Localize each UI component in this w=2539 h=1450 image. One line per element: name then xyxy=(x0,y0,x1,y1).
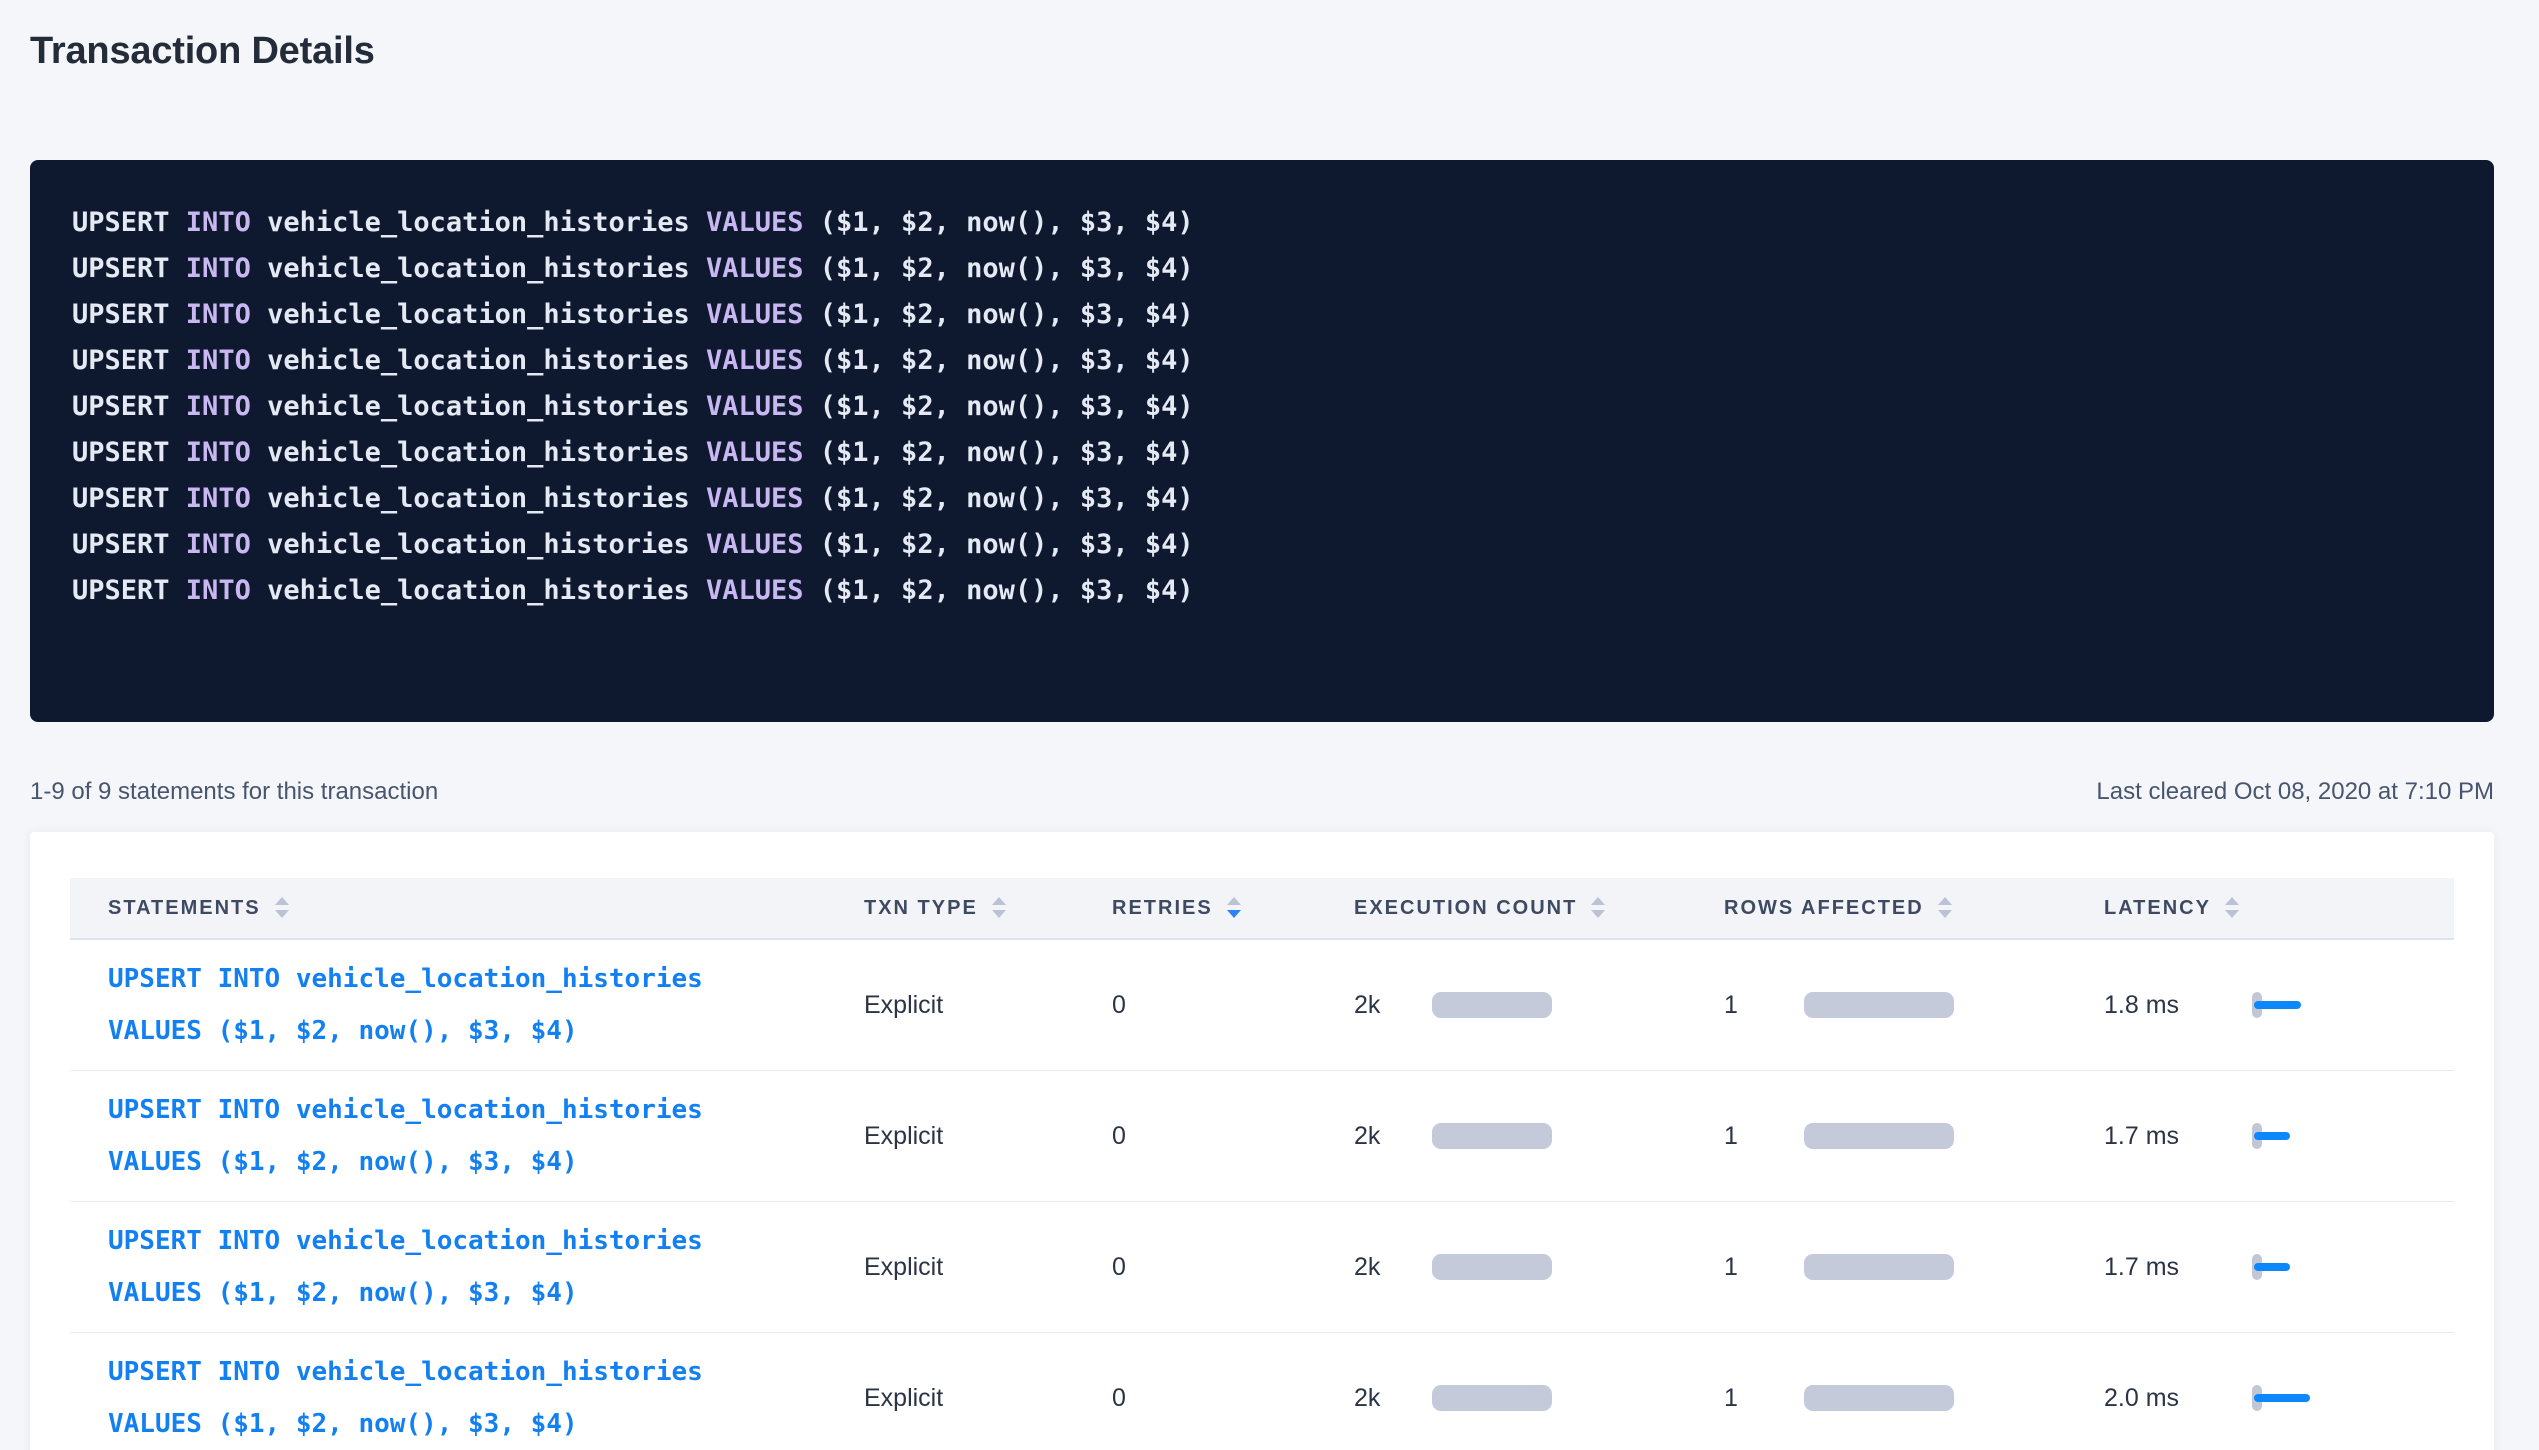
latency-bar-chart xyxy=(2252,1254,2322,1280)
execution-count-bar xyxy=(1432,992,1552,1018)
sql-statements-box: UPSERT INTO vehicle_location_histories V… xyxy=(30,160,2494,722)
sort-icon xyxy=(2225,897,2239,918)
retries-cell: 0 xyxy=(1108,1122,1350,1151)
column-header-txn-type[interactable]: Txn Type xyxy=(860,897,1108,920)
latency-bar-chart xyxy=(2252,1385,2322,1411)
execution-count-bar xyxy=(1432,1123,1552,1149)
txn-type-cell: Explicit xyxy=(860,1253,1108,1282)
statements-count-text: 1-9 of 9 statements for this transaction xyxy=(30,778,438,806)
sql-line: UPSERT INTO vehicle_location_histories V… xyxy=(72,568,2454,614)
rows-affected-cell: 1 xyxy=(1720,1384,2100,1413)
sort-icon xyxy=(992,897,1006,918)
rows-affected-bar xyxy=(1804,1385,1954,1411)
sort-icon xyxy=(1938,897,1952,918)
statement-cell: UPSERT INTO vehicle_location_historiesVA… xyxy=(70,953,860,1057)
sort-icon xyxy=(275,897,289,918)
rows-affected-bar xyxy=(1804,1123,1954,1149)
execution-count-bar xyxy=(1432,1385,1552,1411)
sql-keyword-upsert: UPSERT xyxy=(72,207,170,238)
txn-type-cell: Explicit xyxy=(860,1122,1108,1151)
column-header-statements[interactable]: Statements xyxy=(70,897,860,920)
statement-cell: UPSERT INTO vehicle_location_historiesVA… xyxy=(70,1215,860,1319)
execution-count-cell: 2k xyxy=(1350,991,1720,1020)
execution-count-cell: 2k xyxy=(1350,1384,1720,1413)
rows-affected-bar xyxy=(1804,992,1954,1018)
sort-icon-active-desc xyxy=(1227,897,1241,918)
sql-args: ($1, $2, now(), $3, $4) xyxy=(820,207,1194,238)
statement-link[interactable]: UPSERT INTO vehicle_location_historiesVA… xyxy=(108,1215,860,1319)
table-row: UPSERT INTO vehicle_location_historiesVA… xyxy=(70,1333,2454,1450)
latency-cell: 2.0 ms xyxy=(2100,1384,2454,1413)
rows-affected-cell: 1 xyxy=(1720,1253,2100,1282)
sql-keyword-into: INTO xyxy=(170,207,268,238)
latency-bar xyxy=(2254,1132,2290,1140)
latency-bar xyxy=(2254,1394,2310,1402)
execution-count-bar xyxy=(1432,1254,1552,1280)
txn-type-cell: Explicit xyxy=(860,1384,1108,1413)
statements-table-card: Statements Txn Type Retries Execution Co… xyxy=(30,832,2494,1450)
statement-link[interactable]: UPSERT INTO vehicle_location_historiesVA… xyxy=(108,1084,860,1188)
latency-bar-chart xyxy=(2252,992,2322,1018)
statement-cell: UPSERT INTO vehicle_location_historiesVA… xyxy=(70,1084,860,1188)
retries-cell: 0 xyxy=(1108,1253,1350,1282)
latency-cell: 1.7 ms xyxy=(2100,1122,2454,1151)
column-header-rows-affected[interactable]: Rows Affected xyxy=(1720,897,2100,920)
execution-count-cell: 2k xyxy=(1350,1253,1720,1282)
statement-link[interactable]: UPSERT INTO vehicle_location_historiesVA… xyxy=(108,1346,860,1450)
retries-cell: 0 xyxy=(1108,991,1350,1020)
column-header-execution-count[interactable]: Execution Count xyxy=(1350,897,1720,920)
column-header-retries[interactable]: Retries xyxy=(1108,897,1350,920)
table-row: UPSERT INTO vehicle_location_historiesVA… xyxy=(70,1071,2454,1202)
column-header-latency[interactable]: Latency xyxy=(2100,897,2454,920)
page-title: Transaction Details xyxy=(30,28,2494,74)
rows-affected-cell: 1 xyxy=(1720,1122,2100,1151)
sql-line: UPSERT INTO vehicle_location_histories V… xyxy=(72,522,2454,568)
sql-table-name: vehicle_location_histories xyxy=(267,207,690,238)
status-bar: 1-9 of 9 statements for this transaction… xyxy=(30,778,2494,806)
sql-line: UPSERT INTO vehicle_location_histories V… xyxy=(72,430,2454,476)
sql-line: UPSERT INTO vehicle_location_histories V… xyxy=(72,292,2454,338)
sort-icon xyxy=(1591,897,1605,918)
latency-bar xyxy=(2254,1001,2301,1009)
statement-cell: UPSERT INTO vehicle_location_historiesVA… xyxy=(70,1346,860,1450)
latency-bar-chart xyxy=(2252,1123,2322,1149)
rows-affected-cell: 1 xyxy=(1720,991,2100,1020)
retries-cell: 0 xyxy=(1108,1384,1350,1413)
execution-count-cell: 2k xyxy=(1350,1122,1720,1151)
latency-cell: 1.7 ms xyxy=(2100,1253,2454,1282)
sql-line: UPSERT INTO vehicle_location_histories V… xyxy=(72,384,2454,430)
sql-keyword-values: VALUES xyxy=(690,207,820,238)
sql-line: UPSERT INTO vehicle_location_histories V… xyxy=(72,338,2454,384)
sql-line: UPSERT INTO vehicle_location_histories V… xyxy=(72,200,2454,246)
transaction-details-page: Transaction Details UPSERT INTO vehicle_… xyxy=(0,0,2539,1450)
rows-affected-bar xyxy=(1804,1254,1954,1280)
table-row: UPSERT INTO vehicle_location_historiesVA… xyxy=(70,1202,2454,1333)
txn-type-cell: Explicit xyxy=(860,991,1108,1020)
statement-link[interactable]: UPSERT INTO vehicle_location_historiesVA… xyxy=(108,953,860,1057)
latency-cell: 1.8 ms xyxy=(2100,991,2454,1020)
sql-line: UPSERT INTO vehicle_location_histories V… xyxy=(72,476,2454,522)
last-cleared-text: Last cleared Oct 08, 2020 at 7:10 PM xyxy=(2096,778,2494,806)
table-row: UPSERT INTO vehicle_location_historiesVA… xyxy=(70,940,2454,1071)
sql-line: UPSERT INTO vehicle_location_histories V… xyxy=(72,246,2454,292)
table-header-row: Statements Txn Type Retries Execution Co… xyxy=(70,878,2454,940)
latency-bar xyxy=(2254,1263,2290,1271)
